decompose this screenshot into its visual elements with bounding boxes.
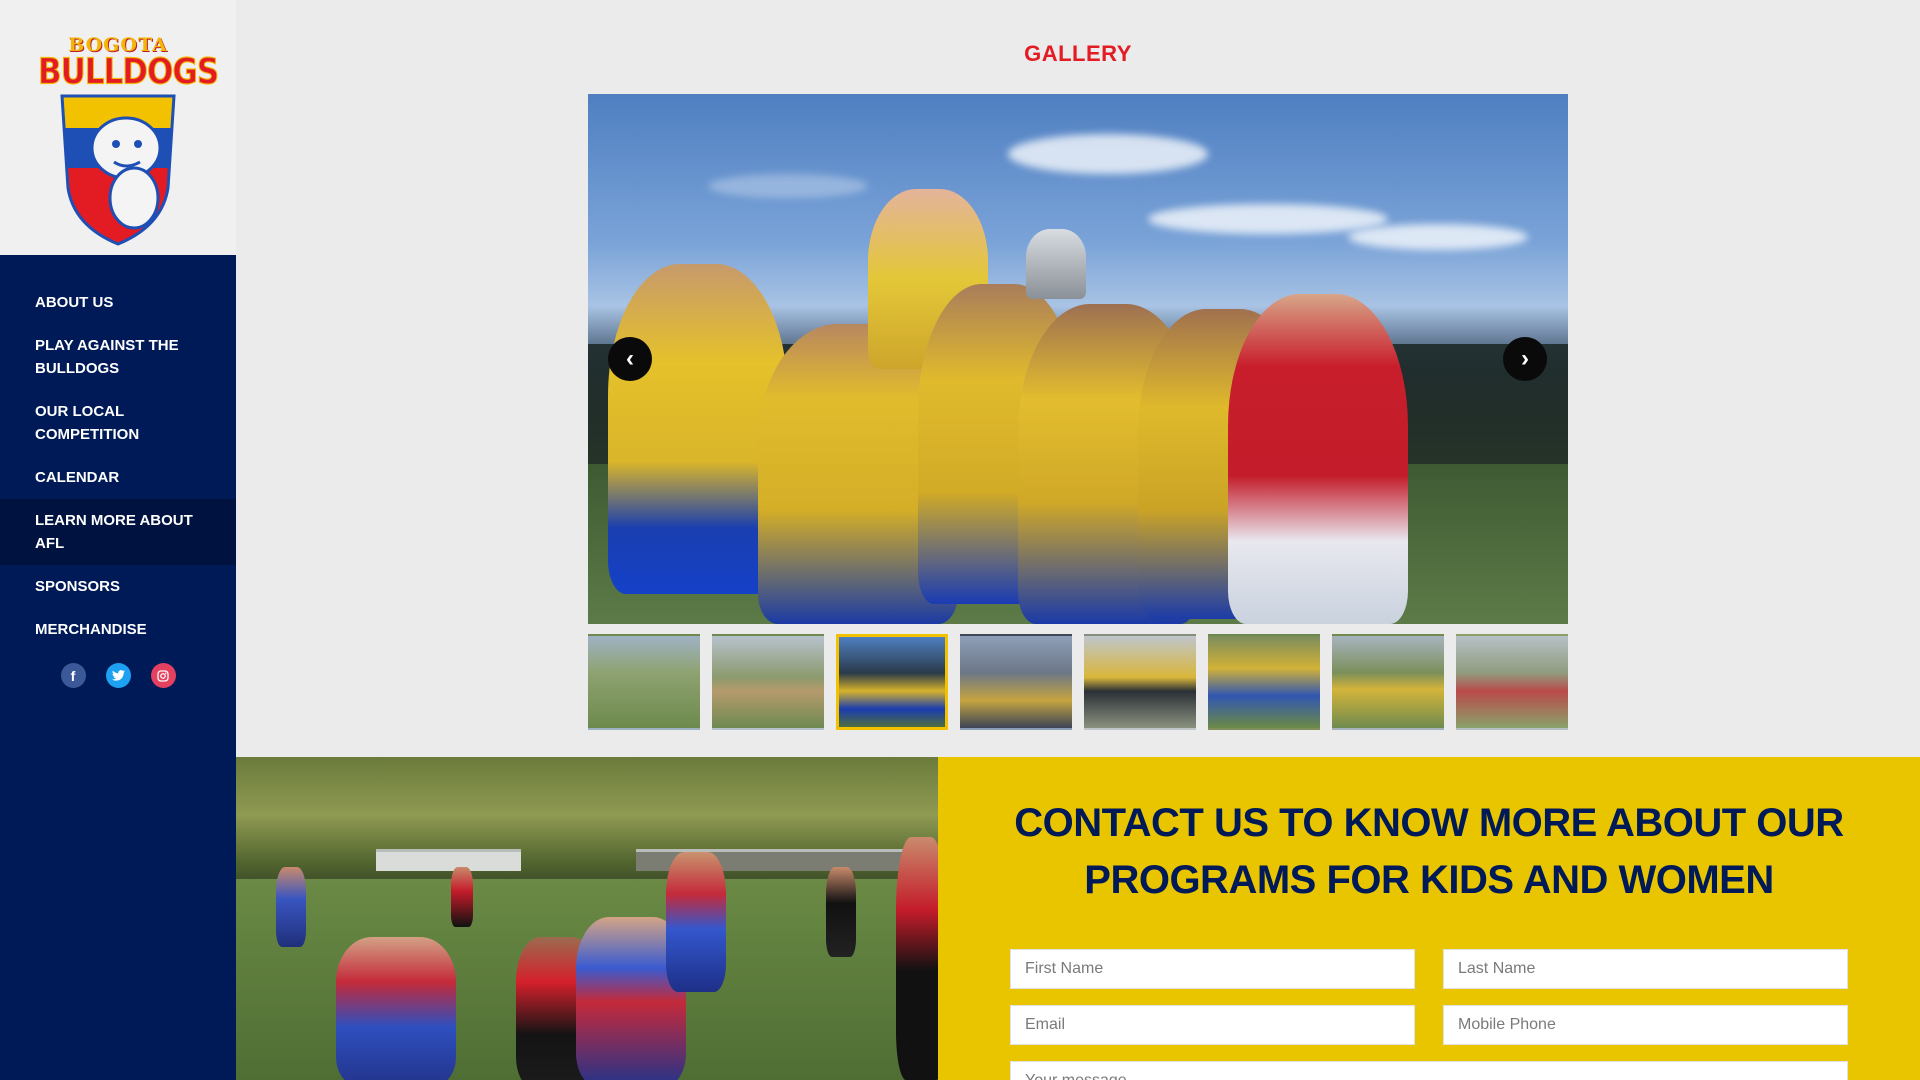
trophy-icon [1026, 229, 1086, 299]
nav-item-about-us[interactable]: ABOUT US [0, 281, 236, 324]
photo-player [451, 867, 473, 927]
bulldog-shield-icon [60, 94, 176, 246]
logo-area: BOGOTA BULLDOGS [0, 0, 236, 255]
nav-item-merchandise[interactable]: MERCHANDISE [0, 608, 236, 651]
main-nav: ABOUT US PLAY AGAINST THE BULLDOGS OUR L… [0, 255, 236, 651]
social-links: f [0, 663, 236, 688]
nav-item-local-competition[interactable]: OUR LOCAL COMPETITION [0, 390, 236, 456]
sidebar: BOGOTA BULLDOGS ABOUT US PLAY AGAINST TH… [0, 0, 236, 1080]
logo-text-bulldogs: BULLDOGS [38, 50, 220, 93]
photo-player [1228, 294, 1408, 624]
nav-item-calendar[interactable]: CALENDAR [0, 456, 236, 499]
club-logo[interactable]: BOGOTA BULLDOGS [38, 28, 220, 246]
contact-heading: CONTACT US TO KNOW MORE ABOUT OUR PROGRA… [1014, 801, 1844, 902]
match-action-photo [236, 757, 938, 1080]
message-field[interactable] [1010, 1061, 1848, 1080]
gallery-thumbnail[interactable] [1332, 634, 1444, 730]
photo-cloud [1148, 204, 1388, 234]
instagram-camera-icon [157, 669, 169, 682]
photo-building [376, 849, 521, 871]
instagram-icon[interactable] [150, 663, 176, 688]
photo-cloud [708, 174, 868, 198]
gallery-thumbnail[interactable] [1084, 634, 1196, 730]
gallery-prev-button[interactable]: ‹ [608, 337, 652, 381]
gallery-title: GALLERY [1024, 41, 1132, 66]
nav-item-learn-afl[interactable]: LEARN MORE ABOUT AFL [0, 499, 236, 565]
email-field[interactable] [1010, 1005, 1415, 1045]
photo-player [336, 937, 456, 1080]
photo-player [666, 852, 726, 992]
nav-item-play-against[interactable]: PLAY AGAINST THE BULLDOGS [0, 324, 236, 390]
photo-player [896, 837, 938, 1080]
twitter-icon[interactable] [105, 663, 131, 688]
photo-cloud [1348, 224, 1528, 250]
gallery-thumbnail[interactable] [588, 634, 700, 730]
gallery-thumbnail[interactable] [836, 634, 948, 730]
nav-item-sponsors[interactable]: SPONSORS [0, 565, 236, 608]
facebook-icon[interactable]: f [60, 663, 86, 688]
gallery-thumbnail[interactable] [1208, 634, 1320, 730]
photo-player [276, 867, 306, 947]
gallery-next-button[interactable]: › [1503, 337, 1547, 381]
gallery-main-image[interactable] [588, 94, 1568, 624]
photo-player [826, 867, 856, 957]
gallery-thumbnail[interactable] [1456, 634, 1568, 730]
twitter-bird-icon [111, 670, 125, 681]
first-name-field[interactable] [1010, 949, 1415, 989]
contact-section: CONTACT US TO KNOW MORE ABOUT OUR PROGRA… [938, 757, 1920, 1080]
gallery-thumbnail[interactable] [712, 634, 824, 730]
last-name-field[interactable] [1443, 949, 1848, 989]
photo-cloud [1008, 134, 1208, 174]
gallery-thumbnail[interactable] [960, 634, 1072, 730]
gallery-thumbnails [588, 634, 1568, 730]
mobile-phone-field[interactable] [1443, 1005, 1848, 1045]
